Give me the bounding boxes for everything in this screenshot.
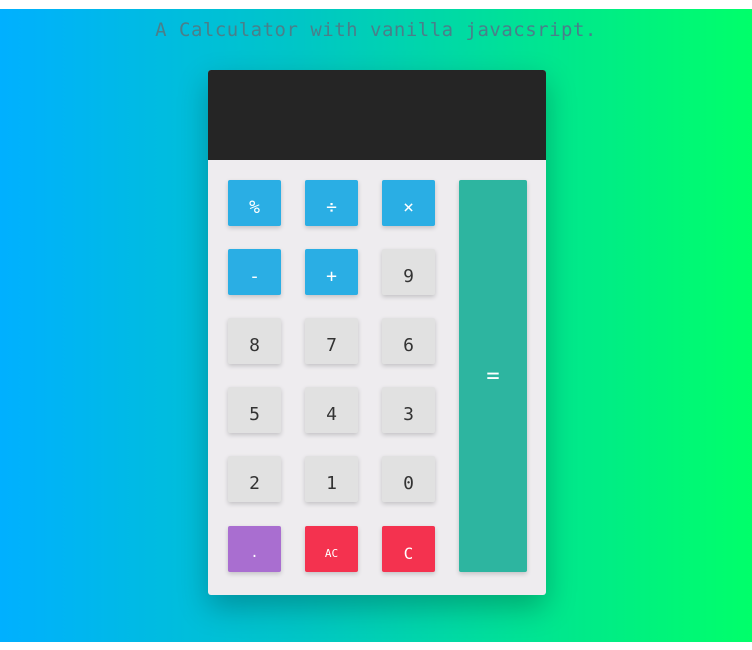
page-background: A Calculator with vanilla javacsript. % … — [0, 9, 752, 642]
divide-button[interactable]: ÷ — [305, 180, 358, 226]
digit-0-button[interactable]: 0 — [382, 456, 435, 502]
digit-7-button[interactable]: 7 — [305, 318, 358, 364]
digit-9-button[interactable]: 9 — [382, 249, 435, 295]
clear-button[interactable]: C — [382, 526, 435, 572]
equals-button[interactable]: = — [459, 180, 527, 572]
all-clear-button[interactable]: AC — [305, 526, 358, 572]
minus-button[interactable]: - — [228, 249, 281, 295]
digit-6-button[interactable]: 6 — [382, 318, 435, 364]
digit-2-button[interactable]: 2 — [228, 456, 281, 502]
page-title: A Calculator with vanilla javacsript. — [155, 19, 597, 41]
digit-4-button[interactable]: 4 — [305, 387, 358, 433]
digit-1-button[interactable]: 1 — [305, 456, 358, 502]
plus-button[interactable]: + — [305, 249, 358, 295]
digit-3-button[interactable]: 3 — [382, 387, 435, 433]
digit-5-button[interactable]: 5 — [228, 387, 281, 433]
calculator: % ÷ × - + 9 8 7 6 5 4 3 2 1 0 . AC C = — [208, 70, 546, 595]
multiply-button[interactable]: × — [382, 180, 435, 226]
decimal-point-button[interactable]: . — [228, 526, 281, 572]
digit-8-button[interactable]: 8 — [228, 318, 281, 364]
calculator-display — [208, 70, 546, 160]
percent-button[interactable]: % — [228, 180, 281, 226]
